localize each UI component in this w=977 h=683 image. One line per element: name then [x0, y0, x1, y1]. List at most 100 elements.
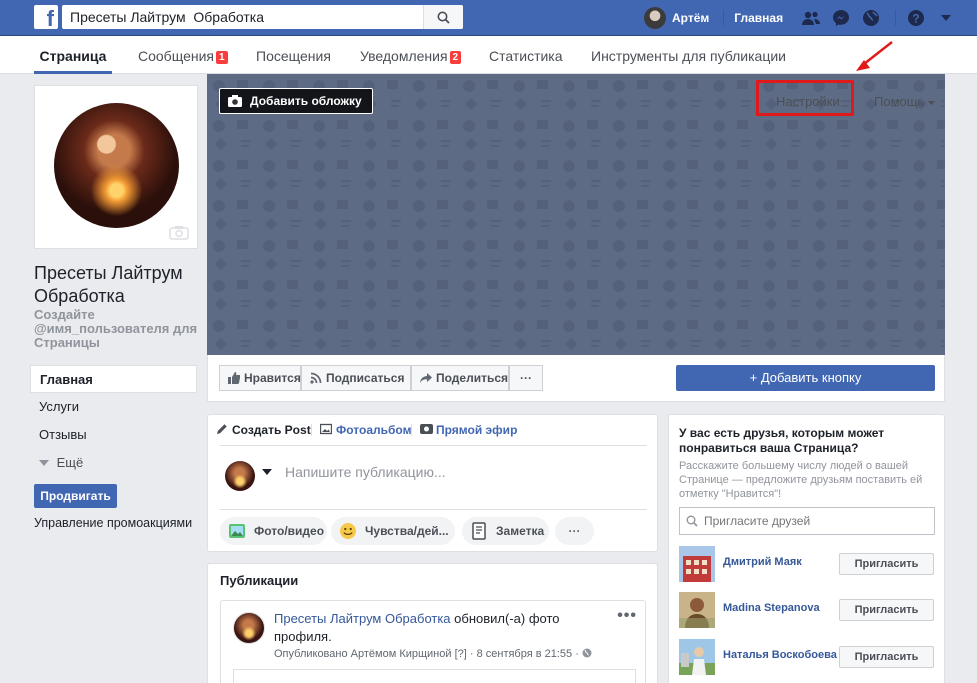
user-avatar[interactable]	[644, 7, 666, 29]
tab-publishing-tools[interactable]: Инструменты для публикации	[591, 36, 786, 74]
tab-page[interactable]: Страница	[34, 36, 112, 74]
divider	[220, 509, 647, 510]
search-button[interactable]	[423, 5, 463, 29]
share-button[interactable]: Поделиться	[411, 365, 509, 391]
feelings-button[interactable]: Чувства/дей...	[331, 517, 455, 545]
profile-picture-box[interactable]	[34, 85, 198, 249]
note-button[interactable]: Заметка	[462, 517, 549, 545]
notifications-globe-icon[interactable]	[861, 8, 881, 28]
manage-promotions-link[interactable]: Управление промоакциями	[34, 516, 192, 530]
tab-live-video[interactable]: Прямой эфир	[420, 423, 517, 437]
post-avatar[interactable]	[233, 612, 265, 644]
account-menu-chevron-down-icon[interactable]	[936, 8, 956, 28]
divider	[411, 424, 412, 436]
live-video-icon	[420, 424, 433, 434]
composer-tabs: Создать Post Фотоальбом Прямой эфир	[208, 415, 657, 445]
left-nav-services[interactable]: Услуги	[30, 393, 197, 421]
friend-row: Дмитрий Маяк Пригласить	[679, 546, 941, 582]
composer-more-button[interactable]: ···	[555, 517, 594, 545]
like-button[interactable]: Нравится	[219, 365, 301, 391]
post-composer: Создать Post Фотоальбом Прямой эфир Напи…	[207, 414, 658, 552]
highlight-box	[756, 80, 854, 116]
tab-insights[interactable]: Статистика	[489, 36, 563, 74]
messages-badge: 1	[215, 51, 228, 64]
post-options-button[interactable]: •••	[617, 607, 637, 625]
top-bar: f Артём Главная ?	[0, 0, 977, 36]
divider	[895, 10, 897, 26]
left-nav-more[interactable]: Ещё	[30, 449, 197, 477]
tab-notifications[interactable]: Уведомления 2	[360, 36, 462, 74]
pencil-icon	[217, 424, 227, 434]
messenger-icon[interactable]	[831, 8, 851, 28]
left-nav-reviews[interactable]: Отзывы	[30, 421, 197, 449]
follow-button[interactable]: Подписаться	[301, 365, 411, 391]
cover-photo-area: Добавить обложку Настройки Помощь	[207, 74, 945, 355]
search-box	[62, 5, 463, 29]
photo-video-button[interactable]: Фото/видео	[220, 517, 327, 545]
tab-create-post[interactable]: Создать Post	[216, 423, 311, 437]
photo-icon	[229, 524, 245, 538]
post-header: Пресеты Лайтрум Обработка обновил(-а) фо…	[274, 610, 594, 646]
camera-icon	[228, 95, 242, 107]
facebook-logo-icon[interactable]: f	[34, 5, 58, 29]
chevron-down-icon[interactable]	[262, 469, 272, 476]
profile-picture[interactable]	[54, 103, 179, 228]
chevron-down-icon	[39, 460, 49, 466]
page-title: Пресеты Лайтрум Обработка	[34, 263, 183, 306]
friend-name-link[interactable]: Наталья Воскобоева	[723, 649, 837, 661]
annotation-arrow-icon	[856, 41, 893, 71]
invite-search-input[interactable]	[704, 514, 924, 528]
rss-icon	[310, 372, 322, 384]
invite-search-box	[679, 507, 935, 535]
search-input[interactable]	[62, 5, 423, 29]
invite-description: Расскажите большему числу людей о вашей …	[679, 460, 923, 500]
search-icon	[686, 515, 698, 527]
globe-icon	[582, 648, 592, 658]
friend-row: Madina Stepanova Пригласить	[679, 592, 941, 628]
smiley-icon	[340, 523, 356, 539]
share-arrow-icon	[420, 373, 432, 383]
cover-pattern	[207, 74, 945, 355]
page-actions-bar: Нравится Подписаться Поделиться ··· + До…	[207, 355, 945, 402]
search-icon	[437, 11, 450, 24]
post-author-link[interactable]: Пресеты Лайтрум Обработка	[274, 611, 451, 626]
composer-avatar[interactable]	[225, 461, 255, 491]
svg-text:?: ?	[912, 12, 919, 26]
invite-button[interactable]: Пригласить	[839, 553, 934, 575]
user-name-link[interactable]: Артём	[672, 11, 709, 25]
home-link[interactable]: Главная	[734, 11, 783, 25]
friend-requests-icon[interactable]	[801, 8, 821, 28]
friend-row: Наталья Воскобоева Пригласить	[679, 639, 941, 675]
page-nav: Страница Сообщения 1 Посещения Уведомлени…	[0, 36, 977, 74]
invite-title: У вас есть друзья, которым может понрави…	[679, 426, 885, 455]
composer-input[interactable]: Напишите публикацию...	[285, 464, 446, 480]
publications-title: Публикации	[220, 573, 299, 588]
divider	[311, 424, 312, 436]
invite-button[interactable]: Пригласить	[839, 646, 934, 668]
more-actions-button[interactable]: ···	[509, 365, 543, 391]
friend-photo[interactable]	[679, 592, 715, 628]
friend-name-link[interactable]: Дмитрий Маяк	[723, 556, 802, 568]
create-username-link[interactable]: Создайте @имя_пользователя для Страницы	[34, 308, 204, 350]
camera-icon[interactable]	[169, 225, 189, 240]
invite-button[interactable]: Пригласить	[839, 599, 934, 621]
friend-photo[interactable]	[679, 639, 715, 675]
help-icon[interactable]: ?	[906, 8, 926, 28]
invite-friends-panel: У вас есть друзья, которым может понрави…	[668, 414, 945, 683]
friend-photo[interactable]	[679, 546, 715, 582]
friend-name-link[interactable]: Madina Stepanova	[723, 602, 820, 614]
promote-button[interactable]: Продвигать	[34, 484, 117, 508]
tab-visits[interactable]: Посещения	[256, 36, 331, 74]
add-cover-button[interactable]: Добавить обложку	[219, 88, 373, 114]
divider	[723, 10, 725, 26]
chevron-down-icon	[927, 101, 935, 105]
add-button[interactable]: + Добавить кнопку	[676, 365, 935, 391]
left-nav-home[interactable]: Главная	[30, 365, 197, 393]
tab-photo-album[interactable]: Фотоальбом	[320, 423, 411, 437]
note-icon	[472, 522, 486, 540]
help-dropdown[interactable]: Помощь	[874, 94, 935, 109]
post-meta: Опубликовано Артёмом Кирщиной [?] · 8 се…	[274, 648, 592, 660]
tab-messages[interactable]: Сообщения 1	[138, 36, 228, 74]
post-content	[233, 669, 636, 683]
post-card: Пресеты Лайтрум Обработка обновил(-а) фо…	[220, 600, 646, 683]
